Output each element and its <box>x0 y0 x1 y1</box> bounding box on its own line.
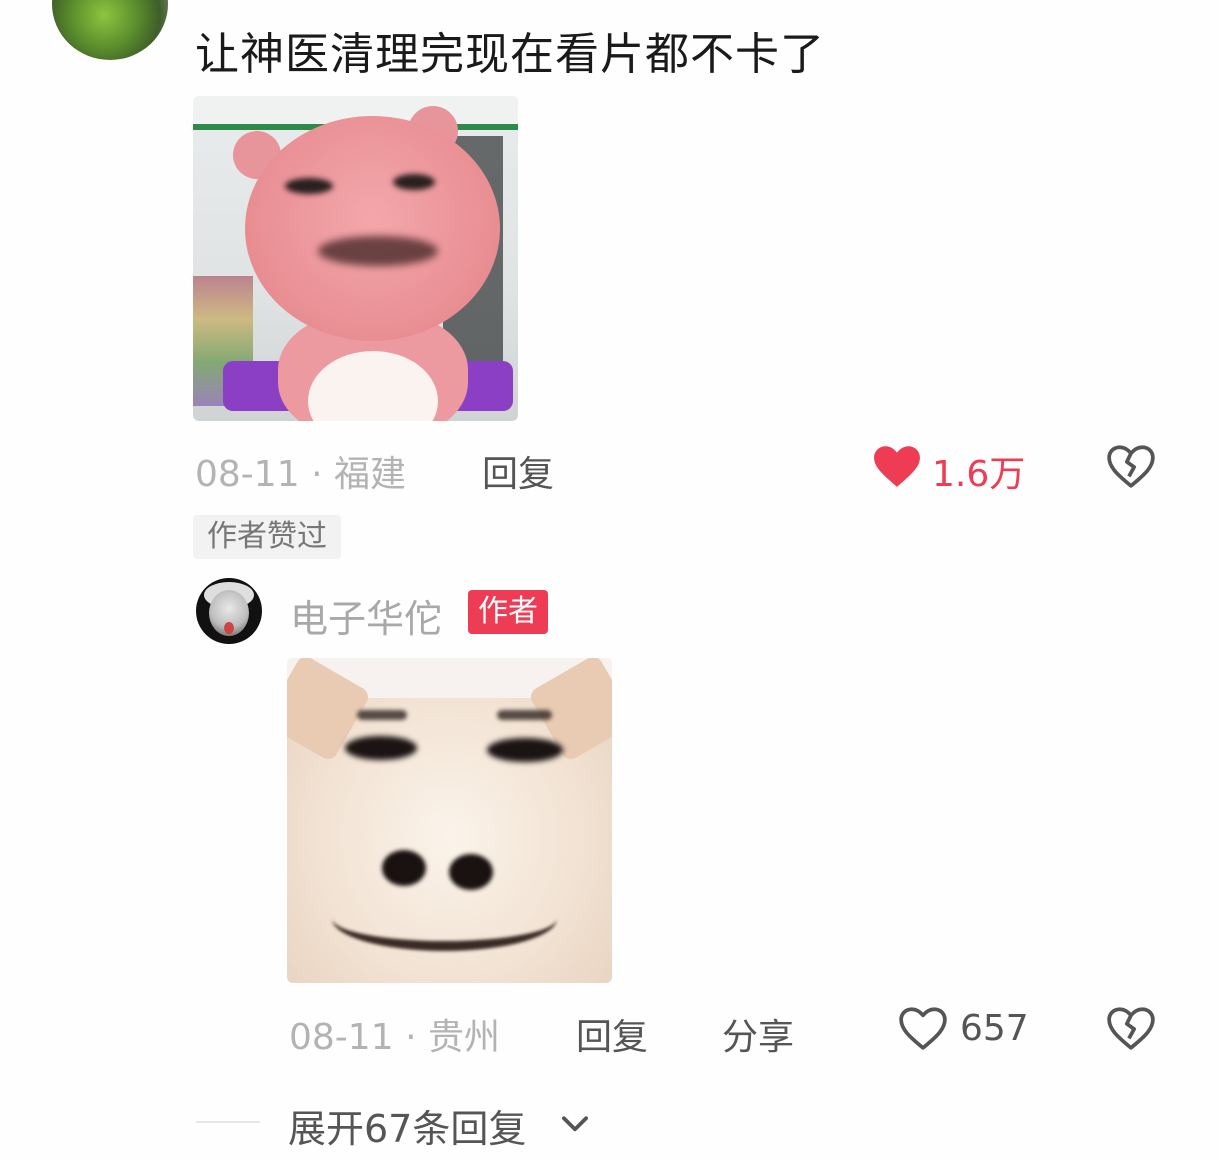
reply-share-button[interactable]: 分享 <box>722 1008 794 1060</box>
author-liked-tag: 作者赞过 <box>193 515 341 559</box>
reply-meme-image[interactable] <box>287 658 612 983</box>
reply-avatar[interactable] <box>196 578 262 644</box>
comment-meme-image[interactable] <box>193 96 518 421</box>
commenter-avatar[interactable] <box>52 0 168 60</box>
author-badge: 作者 <box>468 590 548 634</box>
heart-filled-icon <box>874 446 920 487</box>
chevron-down-icon <box>562 1116 588 1132</box>
comment-date: 08-11 <box>195 454 300 495</box>
meta-separator: · <box>405 1017 428 1058</box>
reply-like-button[interactable] <box>898 1004 948 1056</box>
meta-separator: · <box>311 454 334 495</box>
comment-meta: 08-11 · 福建 <box>195 445 406 497</box>
broken-heart-icon <box>1107 445 1155 488</box>
comment-reply-button[interactable]: 回复 <box>482 445 554 497</box>
comment-like-count: 1.6万 <box>932 454 1026 495</box>
reply-username[interactable]: 电子华佗 <box>290 588 442 643</box>
reply-date: 08-11 <box>289 1017 394 1058</box>
reply-dislike-button[interactable] <box>1106 1004 1156 1056</box>
reply-meta: 08-11 · 贵州 <box>289 1008 500 1060</box>
comment-dislike-button[interactable] <box>1106 442 1156 494</box>
comment-like-button[interactable] <box>872 442 922 494</box>
broken-heart-icon <box>1107 1007 1155 1050</box>
comment-location: 福建 <box>333 454 406 495</box>
reply-location: 贵州 <box>427 1017 500 1058</box>
reply-reply-button[interactable]: 回复 <box>576 1008 648 1060</box>
expand-chevron[interactable] <box>556 1104 594 1146</box>
reply-like-count: 657 <box>960 1008 1029 1049</box>
heart-outline-icon <box>899 1007 947 1050</box>
comment-text: 让神医清理完现在看片都不卡了 <box>195 29 825 80</box>
expand-replies-button[interactable]: 展开67条回复 <box>288 1098 526 1153</box>
expand-divider <box>196 1121 260 1123</box>
